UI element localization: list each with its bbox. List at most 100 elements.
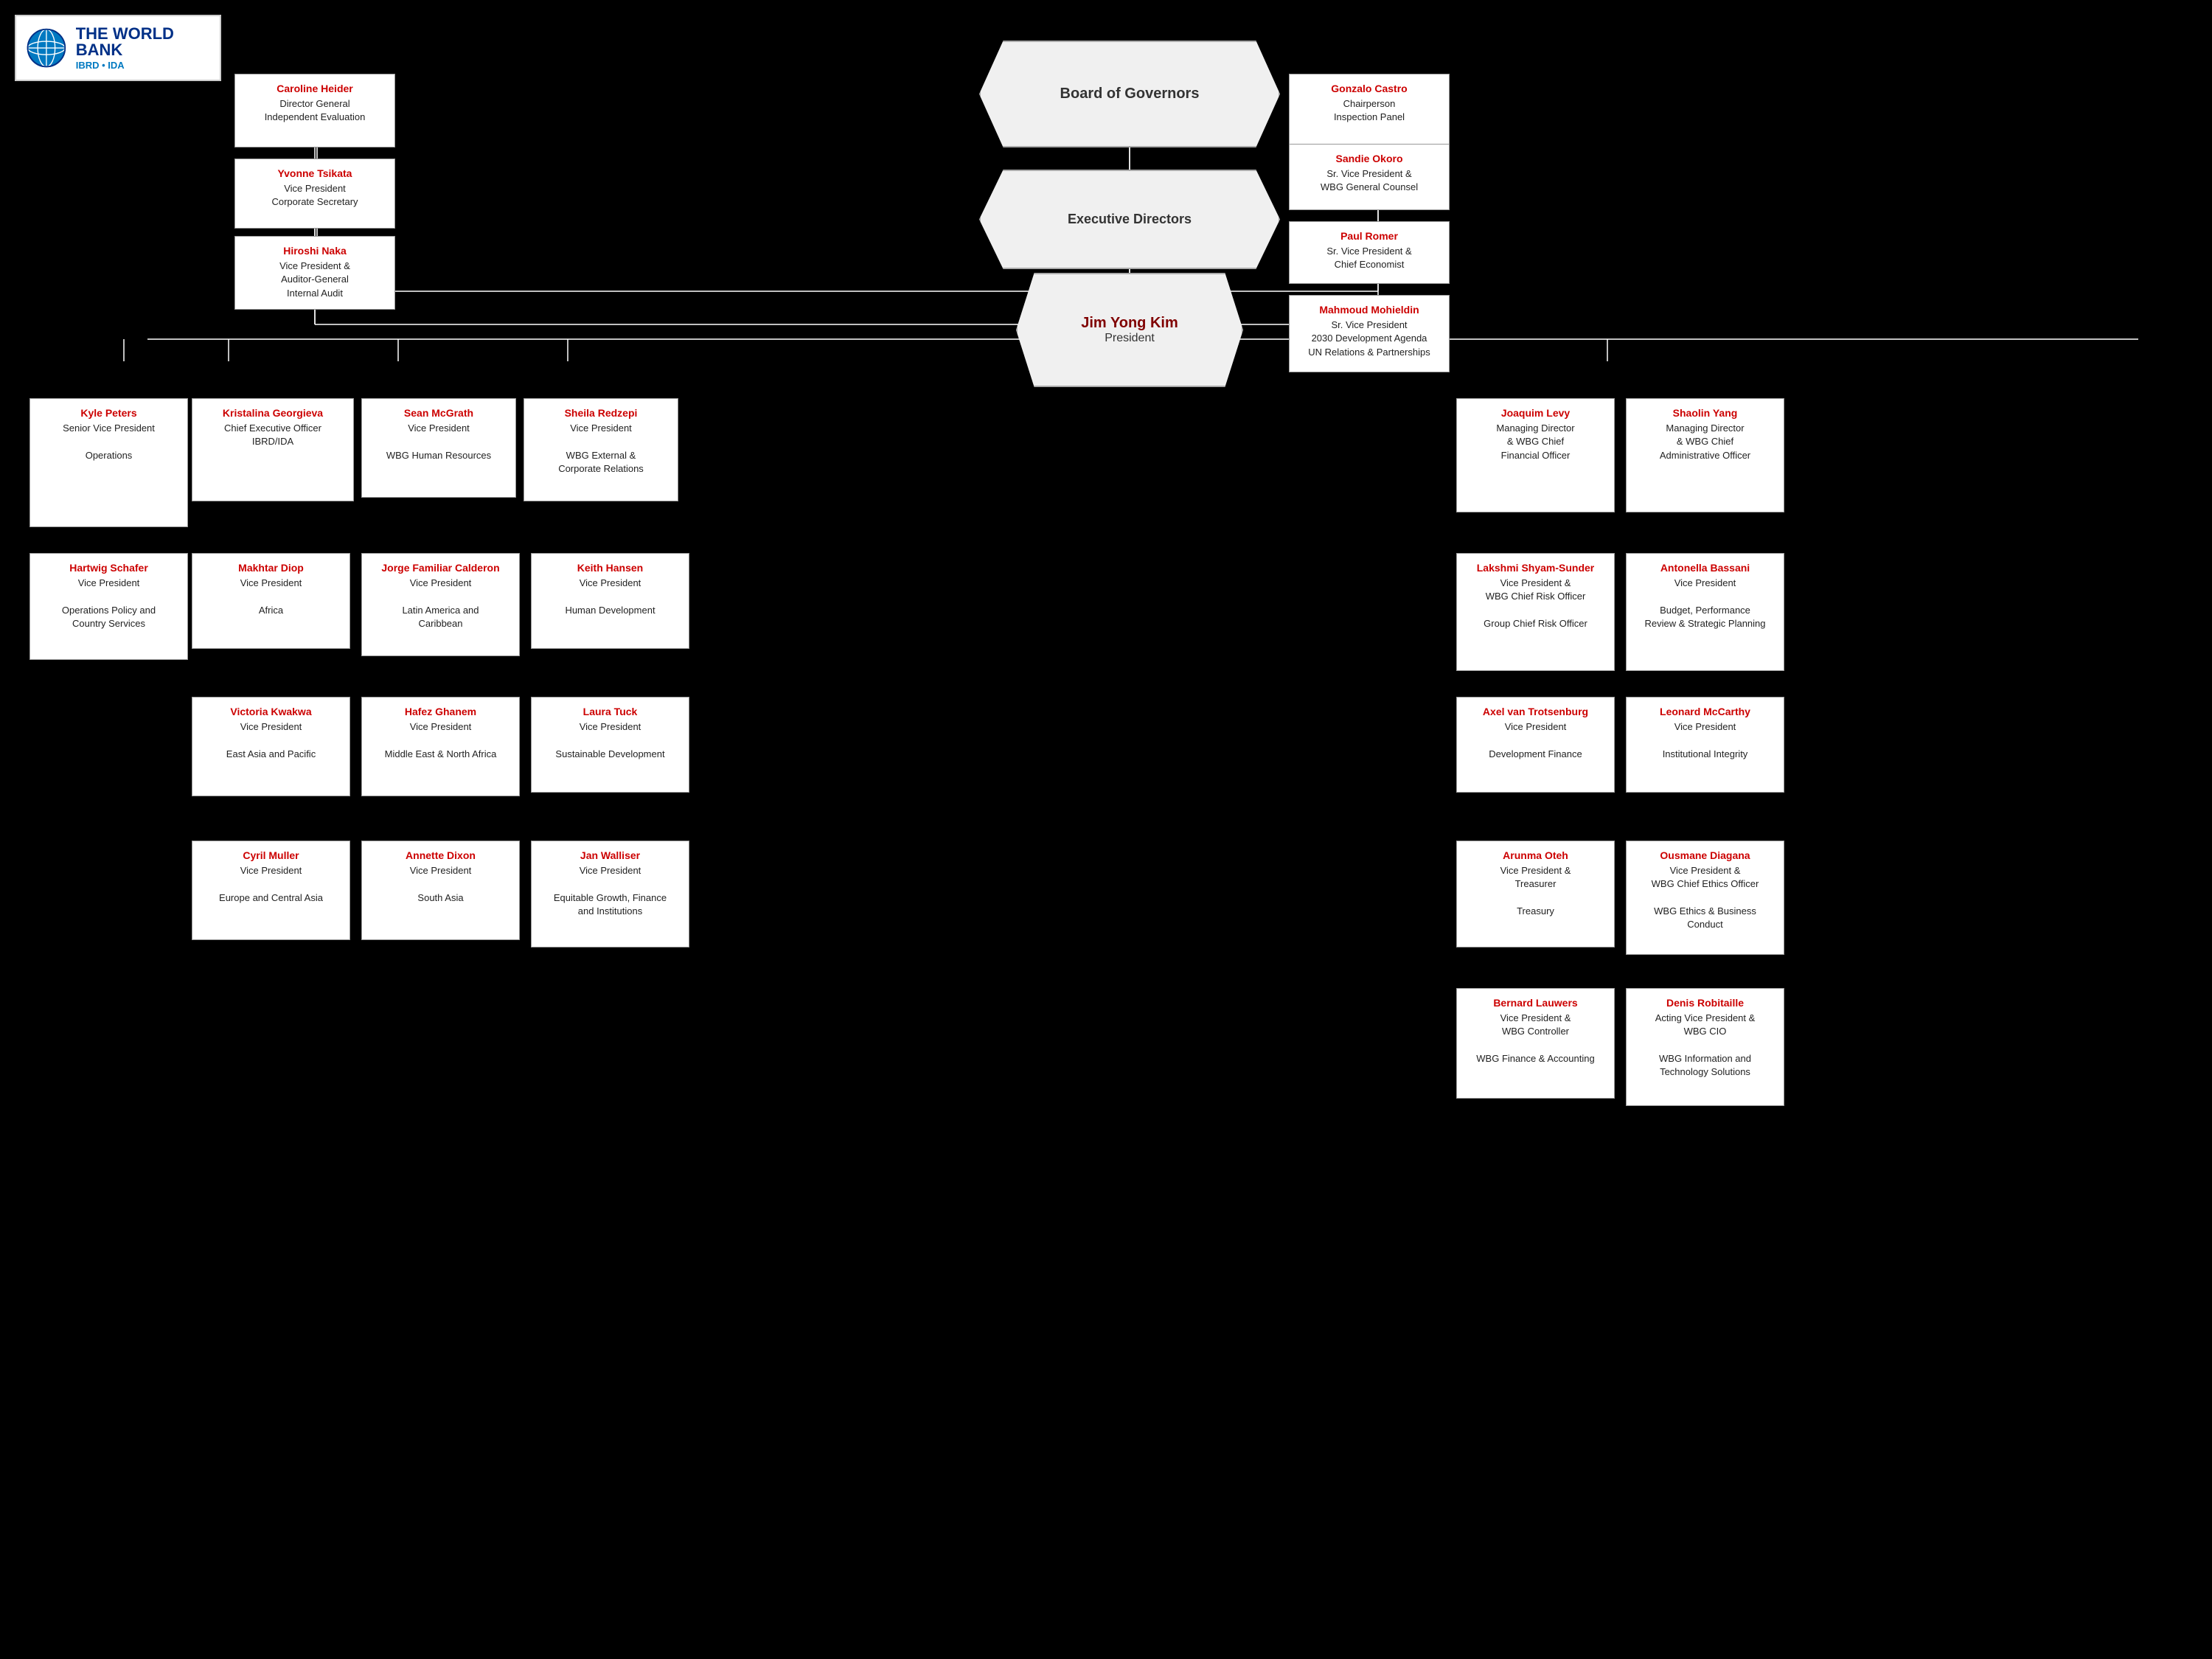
caroline-heider-title: Director GeneralIndependent Evaluation	[241, 97, 389, 124]
cyril-muller-title: Vice PresidentEurope and Central Asia	[198, 864, 344, 905]
card-caroline-heider: Caroline Heider Director GeneralIndepend…	[234, 74, 395, 147]
annette-dixon-name: Annette Dixon	[368, 849, 513, 862]
arunma-oteh-name: Arunma Oteh	[1463, 849, 1608, 862]
card-bernard-lauwers: Bernard Lauwers Vice President &WBG Cont…	[1456, 988, 1615, 1099]
makhtar-diop-title: Vice PresidentAfrica	[198, 577, 344, 617]
arunma-oteh-title: Vice President &TreasurerTreasury	[1463, 864, 1608, 918]
card-jan-walliser: Jan Walliser Vice PresidentEquitable Gro…	[531, 841, 689, 947]
logo-title: THE WORLD BANK	[76, 26, 211, 58]
card-hafez-ghanem: Hafez Ghanem Vice PresidentMiddle East &…	[361, 697, 520, 796]
hartwig-schafer-title: Vice PresidentOperations Policy andCount…	[36, 577, 181, 630]
hiroshi-naka-title: Vice President &Auditor-GeneralInternal …	[241, 260, 389, 300]
axel-van-trotsenburg-title: Vice PresidentDevelopment Finance	[1463, 720, 1608, 761]
leonard-mccarthy-title: Vice PresidentInstitutional Integrity	[1632, 720, 1778, 761]
antonella-bassani-title: Vice PresidentBudget, PerformanceReview …	[1632, 577, 1778, 630]
victoria-kwakwa-name: Victoria Kwakwa	[198, 705, 344, 718]
makhtar-diop-name: Makhtar Diop	[198, 561, 344, 574]
logo-subtitle: IBRD • IDA	[76, 60, 211, 71]
sandie-okoro-title: Sr. Vice President &WBG General Counsel	[1295, 167, 1443, 194]
jan-walliser-name: Jan Walliser	[538, 849, 683, 862]
sean-mcgrath-title: Vice PresidentWBG Human Resources	[368, 422, 509, 462]
card-gonzalo-castro: Gonzalo Castro ChairpersonInspection Pan…	[1289, 74, 1450, 147]
card-kristalina-georgieva: Kristalina Georgieva Chief Executive Off…	[192, 398, 354, 501]
board-of-governors: Board of Governors	[979, 41, 1280, 147]
laura-tuck-name: Laura Tuck	[538, 705, 683, 718]
denis-robitaille-title: Acting Vice President &WBG CIOWBG Inform…	[1632, 1012, 1778, 1079]
lakshmi-shyam-sunder-name: Lakshmi Shyam-Sunder	[1463, 561, 1608, 574]
board-label: Board of Governors	[1060, 86, 1200, 102]
card-cyril-muller: Cyril Muller Vice PresidentEurope and Ce…	[192, 841, 350, 940]
exec-directors-label: Executive Directors	[1068, 212, 1192, 227]
card-ousmane-diagana: Ousmane Diagana Vice President &WBG Chie…	[1626, 841, 1784, 955]
sandie-okoro-name: Sandie Okoro	[1295, 152, 1443, 165]
executive-directors: Executive Directors	[979, 170, 1280, 269]
card-denis-robitaille: Denis Robitaille Acting Vice President &…	[1626, 988, 1784, 1106]
gonzalo-castro-title: ChairpersonInspection Panel	[1295, 97, 1443, 124]
card-jorge-familiar-calderon: Jorge Familiar Calderon Vice PresidentLa…	[361, 553, 520, 656]
paul-romer-name: Paul Romer	[1295, 229, 1443, 243]
axel-van-trotsenburg-name: Axel van Trotsenburg	[1463, 705, 1608, 718]
card-lakshmi-shyam-sunder: Lakshmi Shyam-Sunder Vice President &WBG…	[1456, 553, 1615, 671]
card-arunma-oteh: Arunma Oteh Vice President &TreasurerTre…	[1456, 841, 1615, 947]
hafez-ghanem-name: Hafez Ghanem	[368, 705, 513, 718]
card-annette-dixon: Annette Dixon Vice PresidentSouth Asia	[361, 841, 520, 940]
card-yvonne-tsikata: Yvonne Tsikata Vice PresidentCorporate S…	[234, 159, 395, 229]
card-antonella-bassani: Antonella Bassani Vice PresidentBudget, …	[1626, 553, 1784, 671]
president-card: Jim Yong Kim President	[1016, 273, 1243, 387]
victoria-kwakwa-title: Vice PresidentEast Asia and Pacific	[198, 720, 344, 761]
shaolin-yang-name: Shaolin Yang	[1632, 406, 1778, 420]
annette-dixon-title: Vice PresidentSouth Asia	[368, 864, 513, 905]
joaquim-levy-title: Managing Director& WBG ChiefFinancial Of…	[1463, 422, 1608, 462]
mahmoud-mohieldin-name: Mahmoud Mohieldin	[1295, 303, 1443, 316]
card-makhtar-diop: Makhtar Diop Vice PresidentAfrica	[192, 553, 350, 649]
jorge-familiar-calderon-title: Vice PresidentLatin America andCaribbean	[368, 577, 513, 630]
card-paul-romer: Paul Romer Sr. Vice President &Chief Eco…	[1289, 221, 1450, 284]
mahmoud-mohieldin-title: Sr. Vice President2030 Development Agend…	[1295, 319, 1443, 359]
president-title: President	[1081, 332, 1178, 345]
keith-hansen-title: Vice PresidentHuman Development	[538, 577, 683, 617]
shaolin-yang-title: Managing Director& WBG ChiefAdministrati…	[1632, 422, 1778, 462]
sean-mcgrath-name: Sean McGrath	[368, 406, 509, 420]
card-leonard-mccarthy: Leonard McCarthy Vice PresidentInstituti…	[1626, 697, 1784, 793]
card-shaolin-yang: Shaolin Yang Managing Director& WBG Chie…	[1626, 398, 1784, 512]
card-keith-hansen: Keith Hansen Vice PresidentHuman Develop…	[531, 553, 689, 649]
paul-romer-title: Sr. Vice President &Chief Economist	[1295, 245, 1443, 271]
antonella-bassani-name: Antonella Bassani	[1632, 561, 1778, 574]
bernard-lauwers-name: Bernard Lauwers	[1463, 996, 1608, 1009]
cyril-muller-name: Cyril Muller	[198, 849, 344, 862]
globe-icon	[25, 24, 69, 72]
card-hiroshi-naka: Hiroshi Naka Vice President &Auditor-Gen…	[234, 236, 395, 310]
card-sheila-redzepi: Sheila Redzepi Vice PresidentWBG Externa…	[524, 398, 678, 501]
sheila-redzepi-name: Sheila Redzepi	[530, 406, 672, 420]
card-hartwig-schafer: Hartwig Schafer Vice PresidentOperations…	[29, 553, 188, 660]
lakshmi-shyam-sunder-title: Vice President &WBG Chief Risk OfficerGr…	[1463, 577, 1608, 630]
laura-tuck-title: Vice PresidentSustainable Development	[538, 720, 683, 761]
card-kyle-peters: Kyle Peters Senior Vice PresidentOperati…	[29, 398, 188, 527]
bernard-lauwers-title: Vice President &WBG ControllerWBG Financ…	[1463, 1012, 1608, 1065]
kristalina-georgieva-title: Chief Executive OfficerIBRD/IDA	[198, 422, 347, 448]
ousmane-diagana-name: Ousmane Diagana	[1632, 849, 1778, 862]
card-sandie-okoro: Sandie Okoro Sr. Vice President &WBG Gen…	[1289, 144, 1450, 210]
hartwig-schafer-name: Hartwig Schafer	[36, 561, 181, 574]
kyle-peters-title: Senior Vice PresidentOperations	[36, 422, 181, 462]
hafez-ghanem-title: Vice PresidentMiddle East & North Africa	[368, 720, 513, 761]
gonzalo-castro-name: Gonzalo Castro	[1295, 82, 1443, 95]
card-axel-van-trotsenburg: Axel van Trotsenburg Vice PresidentDevel…	[1456, 697, 1615, 793]
ousmane-diagana-title: Vice President &WBG Chief Ethics Officer…	[1632, 864, 1778, 931]
card-laura-tuck: Laura Tuck Vice PresidentSustainable Dev…	[531, 697, 689, 793]
yvonne-tsikata-title: Vice PresidentCorporate Secretary	[241, 182, 389, 209]
president-name: Jim Yong Kim	[1081, 315, 1178, 332]
yvonne-tsikata-name: Yvonne Tsikata	[241, 167, 389, 180]
hiroshi-naka-name: Hiroshi Naka	[241, 244, 389, 257]
caroline-heider-name: Caroline Heider	[241, 82, 389, 95]
kyle-peters-name: Kyle Peters	[36, 406, 181, 420]
card-sean-mcgrath: Sean McGrath Vice PresidentWBG Human Res…	[361, 398, 516, 498]
denis-robitaille-name: Denis Robitaille	[1632, 996, 1778, 1009]
card-mahmoud-mohieldin: Mahmoud Mohieldin Sr. Vice President2030…	[1289, 295, 1450, 372]
jan-walliser-title: Vice PresidentEquitable Growth, Financea…	[538, 864, 683, 918]
logo: THE WORLD BANK IBRD • IDA	[15, 15, 221, 81]
kristalina-georgieva-name: Kristalina Georgieva	[198, 406, 347, 420]
jorge-familiar-calderon-name: Jorge Familiar Calderon	[368, 561, 513, 574]
leonard-mccarthy-name: Leonard McCarthy	[1632, 705, 1778, 718]
keith-hansen-name: Keith Hansen	[538, 561, 683, 574]
